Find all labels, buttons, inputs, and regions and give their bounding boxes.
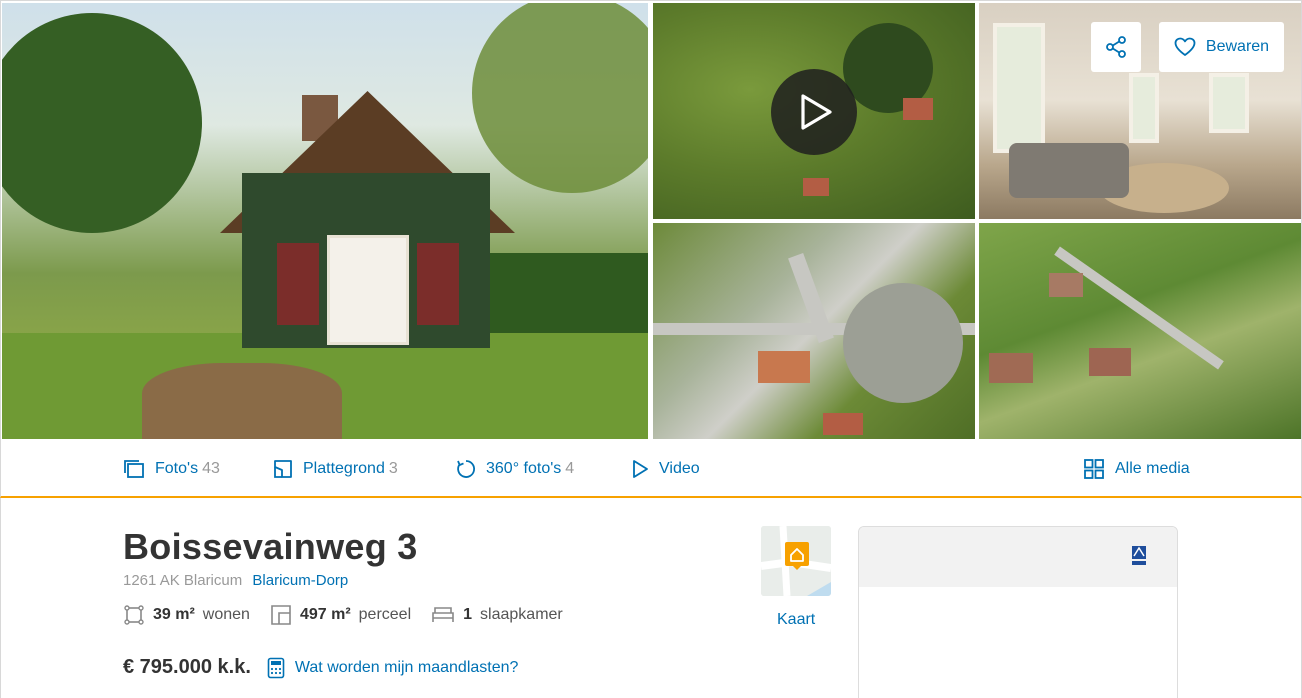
photo-gallery: Bewaren <box>0 0 1302 440</box>
photo-window <box>993 23 1045 153</box>
postcode-city: 1261 AK Blaricum <box>123 572 243 589</box>
listing-content: Boissevainweg 3 1261 AK Blaricum Blaricu… <box>0 498 1302 698</box>
perceel-label: perceel <box>358 606 412 623</box>
main-photo-house[interactable] <box>2 3 648 439</box>
aerial-photo-2[interactable] <box>653 223 975 439</box>
feature-slaapkamer: 1 slaapkamer <box>431 604 563 626</box>
agent-card-header <box>859 527 1177 587</box>
media-bar: Foto's 43 Plattegrond 3 360° foto's 4 Video… <box>0 440 1302 498</box>
media-fotos-link[interactable]: Foto's 43 <box>123 457 220 481</box>
heart-icon <box>1174 37 1196 56</box>
photo-roof <box>1049 273 1083 297</box>
photo-shutter <box>277 243 319 325</box>
save-label: Bewaren <box>1205 38 1270 55</box>
media-alle-link[interactable]: Alle media <box>1083 457 1190 481</box>
media-360-label: 360° foto's 4 <box>486 460 575 477</box>
floorplan-icon <box>274 460 292 478</box>
media-360-count: 4 <box>565 460 575 477</box>
photo-roof <box>823 413 863 435</box>
listing-title: Boissevainweg 3 <box>123 526 418 567</box>
photo-window <box>1209 73 1249 133</box>
photo-tree <box>843 283 963 403</box>
save-button[interactable]: Bewaren <box>1159 22 1284 72</box>
price-row: € 795.000 k.k. Wat worden mijn maandlast… <box>123 656 518 679</box>
media-plattegrond-link[interactable]: Plattegrond 3 <box>273 457 398 481</box>
share-icon <box>1106 36 1126 58</box>
photo-roof <box>803 178 829 196</box>
slaapkamer-value: 1 <box>463 606 473 623</box>
media-fotos-label: Foto's 43 <box>155 460 220 477</box>
living-area-icon <box>124 605 144 625</box>
media-video-link[interactable]: Video <box>631 457 700 481</box>
photo-roof <box>903 98 933 120</box>
feature-perceel: 497 m² perceel <box>270 604 411 626</box>
monthly-cost-label: Wat worden mijn maandlasten? <box>294 658 519 676</box>
feature-wonen: 39 m² wonen <box>123 604 250 626</box>
aerial-photo-3[interactable] <box>979 223 1301 439</box>
calculator-icon <box>267 657 285 678</box>
grid-icon <box>1084 459 1104 479</box>
slaapkamer-label: slaapkamer <box>480 606 563 623</box>
share-button[interactable] <box>1091 22 1141 72</box>
play-video-button[interactable] <box>771 69 857 155</box>
photo-shutter <box>417 243 459 325</box>
rotate-360-icon <box>457 460 475 478</box>
photo-tree <box>2 13 202 233</box>
listing-features: 39 m² wonen 497 m² perceel 1 slaapkamer <box>123 604 563 626</box>
photo-window <box>1129 73 1159 143</box>
photo-door <box>327 235 409 345</box>
photo-path <box>142 363 342 439</box>
bed-icon <box>432 607 454 622</box>
map-icon <box>761 526 831 596</box>
photos-icon <box>124 460 144 478</box>
listing-price: € 795.000 k.k. <box>123 656 251 678</box>
wonen-value: 39 m² <box>153 606 195 623</box>
perceel-value: 497 m² <box>299 606 351 623</box>
media-360-link[interactable]: 360° foto's 4 <box>456 457 574 481</box>
nvm-logo-icon <box>1132 546 1146 565</box>
map-link[interactable]: Kaart <box>777 611 815 629</box>
photo-sofa <box>1009 143 1129 198</box>
map-thumbnail[interactable] <box>761 526 831 596</box>
photo-tree <box>472 3 648 193</box>
media-plattegrond-label: Plattegrond 3 <box>303 460 398 477</box>
photo-roof <box>989 353 1033 383</box>
monthly-cost-link[interactable]: Wat worden mijn maandlasten? <box>267 657 519 679</box>
area-link[interactable]: Blaricum-Dorp <box>252 572 348 589</box>
wonen-label: wonen <box>202 606 250 623</box>
listing-address: 1261 AK Blaricum Blaricum-Dorp <box>123 572 348 589</box>
plot-area-icon <box>271 605 291 625</box>
photo-roof <box>758 351 810 383</box>
agent-card <box>858 526 1178 698</box>
media-plattegrond-count: 3 <box>388 460 398 477</box>
media-video-label: Video <box>659 460 700 477</box>
media-fotos-count: 43 <box>202 460 220 477</box>
play-icon <box>633 460 648 478</box>
play-icon <box>801 94 832 130</box>
media-alle-label: Alle media <box>1115 460 1190 477</box>
photo-roof <box>1089 348 1131 376</box>
photo-road <box>1054 246 1224 370</box>
